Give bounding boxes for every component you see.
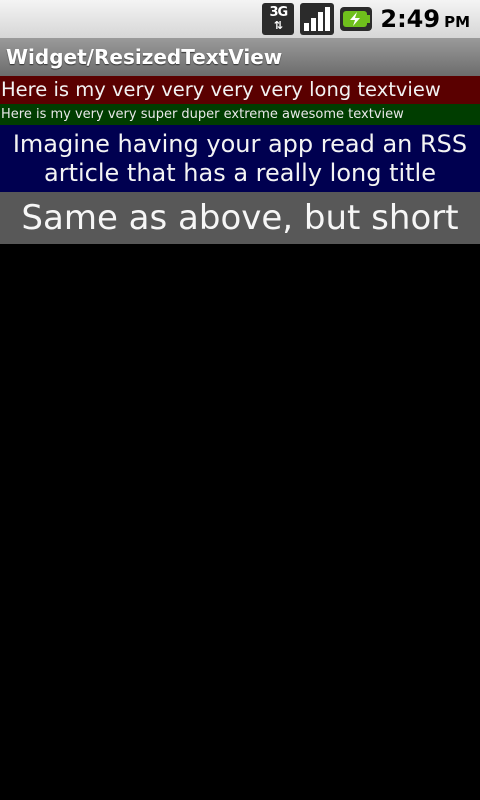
network-label: 3G [269,5,289,20]
battery-charging-icon [340,3,373,35]
clock-ampm: PM [444,13,470,31]
clock: 2:49 PM [380,5,470,33]
page-title: Widget/ResizedTextView [6,45,283,69]
title-bar: Widget/ResizedTextView [0,38,480,76]
rss-title-text: Imagine having your app read an RSS arti… [12,129,468,187]
resized-textview-rss-title: Imagine having your app read an RSS arti… [0,125,480,192]
data-arrows-icon: ⇅ [273,19,283,32]
signal-strength-icon [300,3,335,35]
resized-textview-long: Here is my very very very very long text… [0,76,480,104]
network-3g-icon: 3G ⇅ [262,3,295,35]
clock-time: 2:49 [380,5,441,33]
resized-textview-short: Same as above, but short [0,192,480,244]
status-bar: 3G ⇅ 2:49 PM [0,0,480,38]
resized-textview-extreme: Here is my very very super duper extreme… [0,104,480,125]
